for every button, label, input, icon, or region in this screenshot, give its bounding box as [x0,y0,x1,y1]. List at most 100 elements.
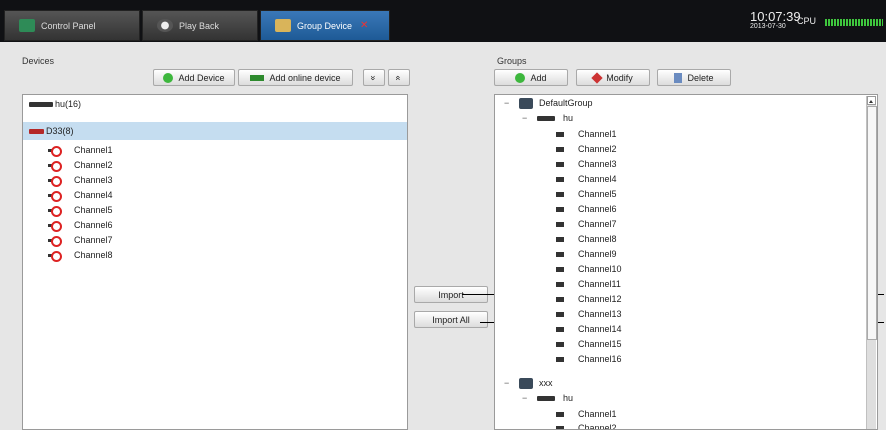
channel-icon [556,252,564,257]
dvr-icon [29,129,44,134]
channel-label: Channel2 [578,423,617,430]
group-channel[interactable]: Channel9 [556,248,617,261]
group-channel[interactable]: Channel11 [556,278,621,291]
channel-icon [556,267,564,272]
tree-channel[interactable]: Channel3 [48,174,113,187]
modify-label: Modify [606,72,633,83]
channel-label: Channel4 [578,174,617,184]
tree-group-device[interactable]: − hu [522,112,573,125]
collapse-icon[interactable]: − [522,392,531,405]
channel-label: Channel10 [578,264,622,274]
top-bar: Control Panel Play Back Group Device ✕ 1… [0,0,886,42]
delete-label: Delete [687,72,714,83]
tree-group-xxx[interactable]: − xxx [504,377,553,390]
tree-channel[interactable]: Channel6 [48,219,113,232]
add-group-button[interactable]: Add [494,69,568,86]
tree-channel[interactable]: Channel7 [48,234,113,247]
groups-scrollbar[interactable] [866,96,877,429]
tab-control-panel[interactable]: Control Panel [4,10,140,41]
group-label: DefaultGroup [539,98,593,108]
group-channel[interactable]: Channel14 [556,323,622,336]
channel-label: Channel6 [578,204,617,214]
group-channel[interactable]: Channel3 [556,158,617,171]
channel-icon [556,342,564,347]
channel-label: Channel2 [578,144,617,154]
tree-group-defaultgroup[interactable]: − DefaultGroup [504,97,593,110]
collapse-icon[interactable]: − [504,97,513,110]
group-channel[interactable]: Channel15 [556,338,622,351]
group-channel[interactable]: Channel13 [556,308,622,321]
channel-label: Channel4 [74,190,113,200]
tree-channel[interactable]: Channel4 [48,189,113,202]
channel-label: Channel9 [578,249,617,259]
channel-label: Channel3 [74,175,113,185]
add-icon [515,72,526,83]
group-channel[interactable]: Channel2 [556,143,617,156]
channel-offline-icon [48,145,62,157]
tree-channel[interactable]: Channel2 [48,159,113,172]
group-channel[interactable]: Channel6 [556,203,617,216]
channel-icon [556,412,564,417]
import-all-button[interactable]: Import All [414,311,488,328]
group-channel[interactable]: Channel10 [556,263,622,276]
group-channel[interactable]: Channel12 [556,293,622,306]
add-device-label: Add Device [178,72,225,83]
group-channel[interactable]: Channel1 [556,408,617,421]
channel-label: Channel8 [74,250,113,260]
group-channel[interactable]: Channel8 [556,233,617,246]
groups-caption: Groups [497,56,527,66]
channel-label: Channel6 [74,220,113,230]
playback-icon [157,19,173,32]
group-channel[interactable]: Channel2 [556,422,617,430]
channel-offline-icon [48,235,62,247]
group-label: xxx [539,378,553,388]
tree-device-d33[interactable]: D33(8) [29,125,74,138]
modify-group-button[interactable]: Modify [576,69,650,86]
clock-time: 10:07:39 [750,9,801,24]
cpu-meter [825,19,883,26]
channel-label: Channel8 [578,234,617,244]
group-channel[interactable]: Channel5 [556,188,617,201]
channel-label: Channel1 [578,129,617,139]
close-tab-icon[interactable]: ✕ [360,20,368,31]
collapse-icon[interactable]: − [504,377,513,390]
device-label: hu(16) [55,99,82,109]
devices-tree-panel[interactable]: hu(16) D33(8) Channel1 Channel2 Channel3… [22,94,408,430]
channel-offline-icon [48,220,62,232]
group-icon [519,98,533,109]
delete-icon [674,72,683,83]
group-channel[interactable]: Channel16 [556,353,622,366]
add-online-device-button[interactable]: Add online device [238,69,353,86]
add-icon [163,72,174,83]
tree-group-device[interactable]: − hu [522,392,573,405]
clock: 10:07:39 2013-07-30 [750,9,801,31]
tree-channel[interactable]: Channel8 [48,249,113,262]
scroll-thumb[interactable] [867,106,877,340]
tree-device-hu[interactable]: hu(16) [29,98,81,111]
selection-highlight [23,122,407,140]
delete-group-button[interactable]: Delete [657,69,731,86]
channel-label: Channel3 [578,159,617,169]
group-channel[interactable]: Channel1 [556,128,617,141]
tree-channel[interactable]: Channel5 [48,204,113,217]
scroll-up-icon[interactable] [867,96,876,105]
channel-icon [556,297,564,302]
import-all-label: Import All [432,314,470,325]
device-icon [537,396,555,401]
collapse-icon[interactable]: − [522,112,531,125]
add-device-button[interactable]: Add Device [153,69,235,86]
channel-icon [556,177,564,182]
channel-icon [556,282,564,287]
channel-label: Channel11 [578,279,621,289]
channel-offline-icon [48,190,62,202]
group-channel[interactable]: Channel7 [556,218,617,231]
device-icon [537,116,555,121]
channel-icon [556,132,564,137]
group-channel[interactable]: Channel4 [556,173,617,186]
tab-playback[interactable]: Play Back [142,10,258,41]
expand-all-button[interactable]: » [363,69,385,86]
tab-group-device[interactable]: Group Device ✕ [260,10,390,41]
groups-tree-panel[interactable]: − DefaultGroup − hu Channel1 Channel2 Ch… [494,94,878,430]
tree-channel[interactable]: Channel1 [48,144,113,157]
collapse-all-button[interactable]: « [388,69,410,86]
